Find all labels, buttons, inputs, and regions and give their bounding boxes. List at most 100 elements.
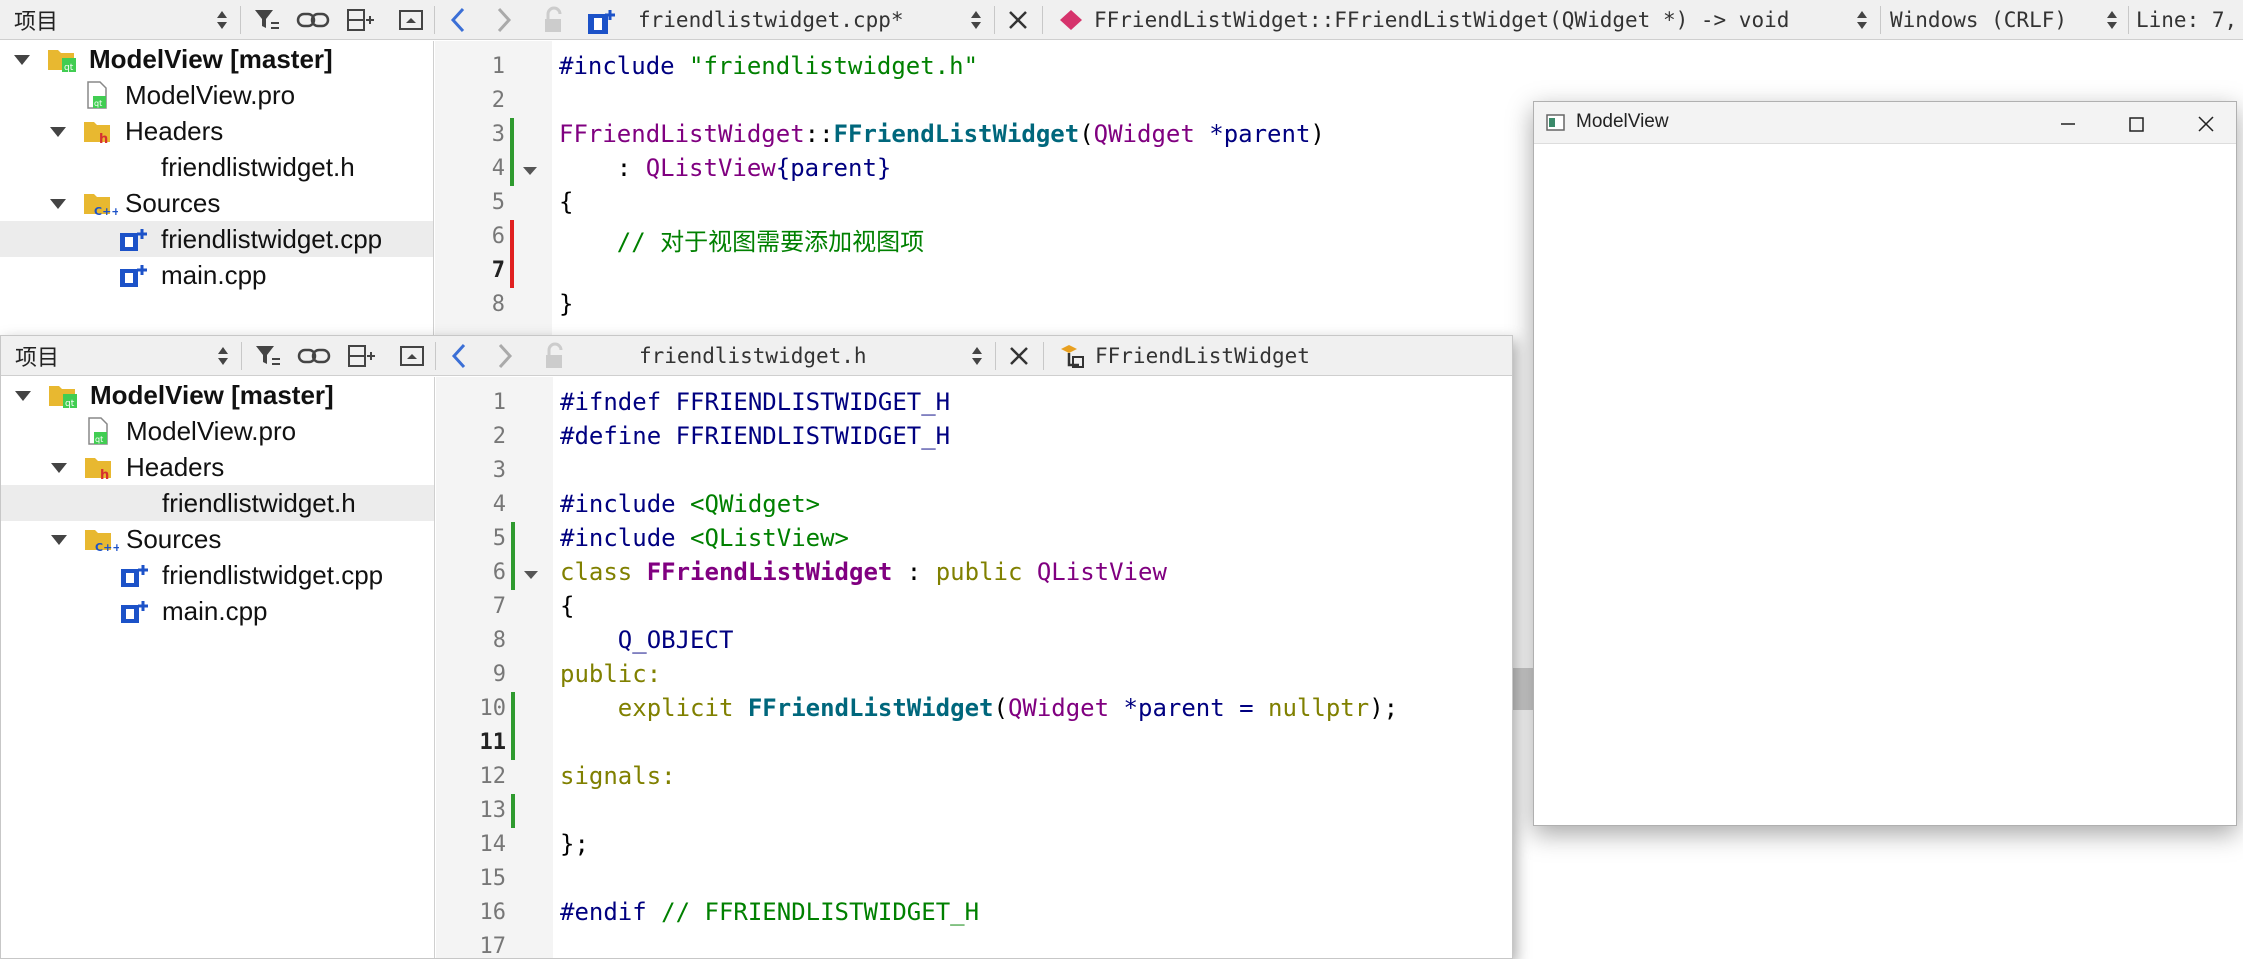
tree-item-headers[interactable]: h Headers [0, 113, 433, 149]
expand-arrow-icon[interactable] [50, 199, 66, 209]
tree-item-project[interactable]: qt ModelView [master] [1, 377, 434, 413]
link-icon[interactable] [296, 8, 330, 32]
close-panel-icon[interactable] [398, 8, 424, 32]
tree-item-header-file[interactable]: friendlistwidget.h [0, 149, 433, 185]
source-cpp-label: friendlistwidget.cpp [162, 559, 384, 590]
line-ending-arrows-icon[interactable] [2106, 8, 2118, 32]
tree-item-main-cpp[interactable]: main.cpp [1, 593, 434, 629]
code-line: #include <QWidget> [560, 490, 821, 518]
split-icon[interactable] [347, 343, 377, 369]
panel-title: 项目 [15, 346, 60, 371]
tab-current-file[interactable]: friendlistwidget.cpp* [638, 0, 904, 40]
forward-icon[interactable] [494, 6, 514, 34]
forward-icon[interactable] [495, 342, 515, 370]
expand-arrow-icon[interactable] [15, 391, 31, 401]
cpp-file-icon [120, 229, 147, 251]
close-file-icon[interactable] [1006, 8, 1030, 32]
expand-arrow-icon[interactable] [50, 127, 66, 137]
tree-item-pro-file[interactable]: qt ModelView.pro [1, 413, 434, 449]
project-tree: qt ModelView [master] qt ModelView.pro h… [1, 377, 435, 958]
line-number: 8 [492, 628, 506, 653]
method-symbol-icon [1060, 10, 1082, 30]
change-marker-added [510, 152, 514, 186]
line-number-gutter: 1 2 3 4 5 6 7 8 [435, 41, 552, 335]
close-icon[interactable] [2194, 112, 2218, 136]
symbol-selector-arrows-icon[interactable] [1856, 8, 1868, 32]
svg-text:h: h [99, 132, 108, 146]
sources-label: Sources [126, 523, 222, 554]
expand-arrow-icon[interactable] [51, 535, 67, 545]
minimize-icon[interactable] [2056, 112, 2080, 136]
line-number: 5 [491, 190, 505, 215]
back-icon[interactable] [449, 342, 469, 370]
code-line: Q_OBJECT [560, 626, 734, 654]
headers-folder-icon: h [84, 122, 110, 146]
symbol-selector[interactable]: FFriendListWidget [1095, 336, 1310, 376]
main-cpp-label: main.cpp [162, 595, 268, 626]
link-icon[interactable] [297, 344, 331, 368]
bottom-toolbar: 项目 friendlistwidget.h FFriendListWidget [1, 336, 1512, 376]
code-editor-cpp[interactable]: 1 2 3 4 5 6 7 8 #include "friendlistwidg… [435, 41, 1435, 335]
tree-item-source-cpp[interactable]: friendlistwidget.cpp [1, 557, 434, 593]
cpp-file-icon [588, 10, 615, 34]
line-number: 4 [492, 492, 506, 517]
maximize-icon[interactable] [2124, 112, 2148, 136]
code-editor-header[interactable]: 1 2 3 4 5 6 7 8 9 10 11 12 13 14 15 16 1… [436, 377, 1512, 958]
class-symbol-icon [1061, 345, 1084, 368]
close-file-icon[interactable] [1007, 344, 1031, 368]
header-file-label: friendlistwidget.h [161, 151, 355, 182]
headers-folder-icon: h [85, 458, 111, 482]
line-position[interactable]: Line: 7, [2136, 0, 2237, 40]
svg-text:C++: C++ [95, 541, 119, 554]
change-marker-added [511, 794, 515, 828]
line-ending-selector[interactable]: Windows (CRLF) [1890, 0, 2067, 40]
line-number: 8 [491, 292, 505, 317]
fold-arrow-icon[interactable] [524, 571, 538, 579]
bottom-editor-window: 项目 friendlistwidget.h FFriendListWidget … [0, 335, 1513, 959]
code-line: { [559, 188, 574, 216]
code-line: FFriendListWidget::FFriendListWidget(QWi… [559, 120, 1325, 148]
project-panel-selector[interactable]: 项目 [15, 336, 59, 376]
line-number: 9 [492, 662, 506, 687]
line-number-current: 7 [491, 258, 505, 283]
change-marker-added [511, 692, 515, 726]
cpp-file-icon [120, 265, 147, 287]
symbol-label: FFriendListWidget::FFriendListWidget(QWi… [1094, 8, 1790, 32]
close-panel-icon[interactable] [399, 344, 425, 368]
line-number: 5 [492, 526, 506, 551]
back-icon[interactable] [448, 6, 468, 34]
file-selector-arrows-icon[interactable] [971, 344, 983, 368]
tree-item-header-file[interactable]: friendlistwidget.h [1, 485, 434, 521]
lock-icon[interactable] [542, 6, 568, 34]
modelview-window[interactable]: ModelView [1533, 101, 2237, 826]
tree-item-main-cpp[interactable]: main.cpp [0, 257, 433, 293]
filter-icon[interactable] [252, 6, 282, 34]
split-icon[interactable] [346, 7, 376, 33]
panel-selector-arrows-icon[interactable] [217, 344, 229, 368]
panel-selector-arrows-icon[interactable] [216, 8, 228, 32]
code-line: : QListView{parent} [559, 154, 892, 182]
tree-item-headers[interactable]: h Headers [1, 449, 434, 485]
tree-item-source-cpp[interactable]: friendlistwidget.cpp [0, 221, 433, 257]
tree-item-pro-file[interactable]: qt ModelView.pro [0, 77, 433, 113]
project-tree: qt ModelView [master] qt ModelView.pro h… [0, 41, 434, 335]
modelview-titlebar[interactable]: ModelView [1534, 102, 2236, 144]
tree-item-project[interactable]: qt ModelView [master] [0, 41, 433, 77]
expand-arrow-icon[interactable] [14, 55, 30, 65]
background-scrollbar[interactable] [1513, 668, 1533, 710]
tree-item-sources[interactable]: C++ Sources [0, 185, 433, 221]
expand-arrow-icon[interactable] [51, 463, 67, 473]
tab-current-file[interactable]: friendlistwidget.h [639, 336, 867, 376]
lock-icon[interactable] [543, 342, 569, 370]
qt-project-icon: qt [48, 50, 76, 73]
file-selector-arrows-icon[interactable] [970, 8, 982, 32]
symbol-selector[interactable]: FFriendListWidget::FFriendListWidget(QWi… [1094, 0, 1789, 40]
code-line: class FFriendListWidget : public QListVi… [560, 558, 1167, 586]
change-marker-added [511, 556, 515, 590]
sources-folder-icon: C++ [84, 194, 118, 218]
tree-item-sources[interactable]: C++ Sources [1, 521, 434, 557]
cpp-file-icon [121, 601, 148, 623]
filter-icon[interactable] [253, 342, 283, 370]
fold-arrow-icon[interactable] [523, 167, 537, 175]
project-panel-selector[interactable]: 项目 [14, 0, 58, 40]
